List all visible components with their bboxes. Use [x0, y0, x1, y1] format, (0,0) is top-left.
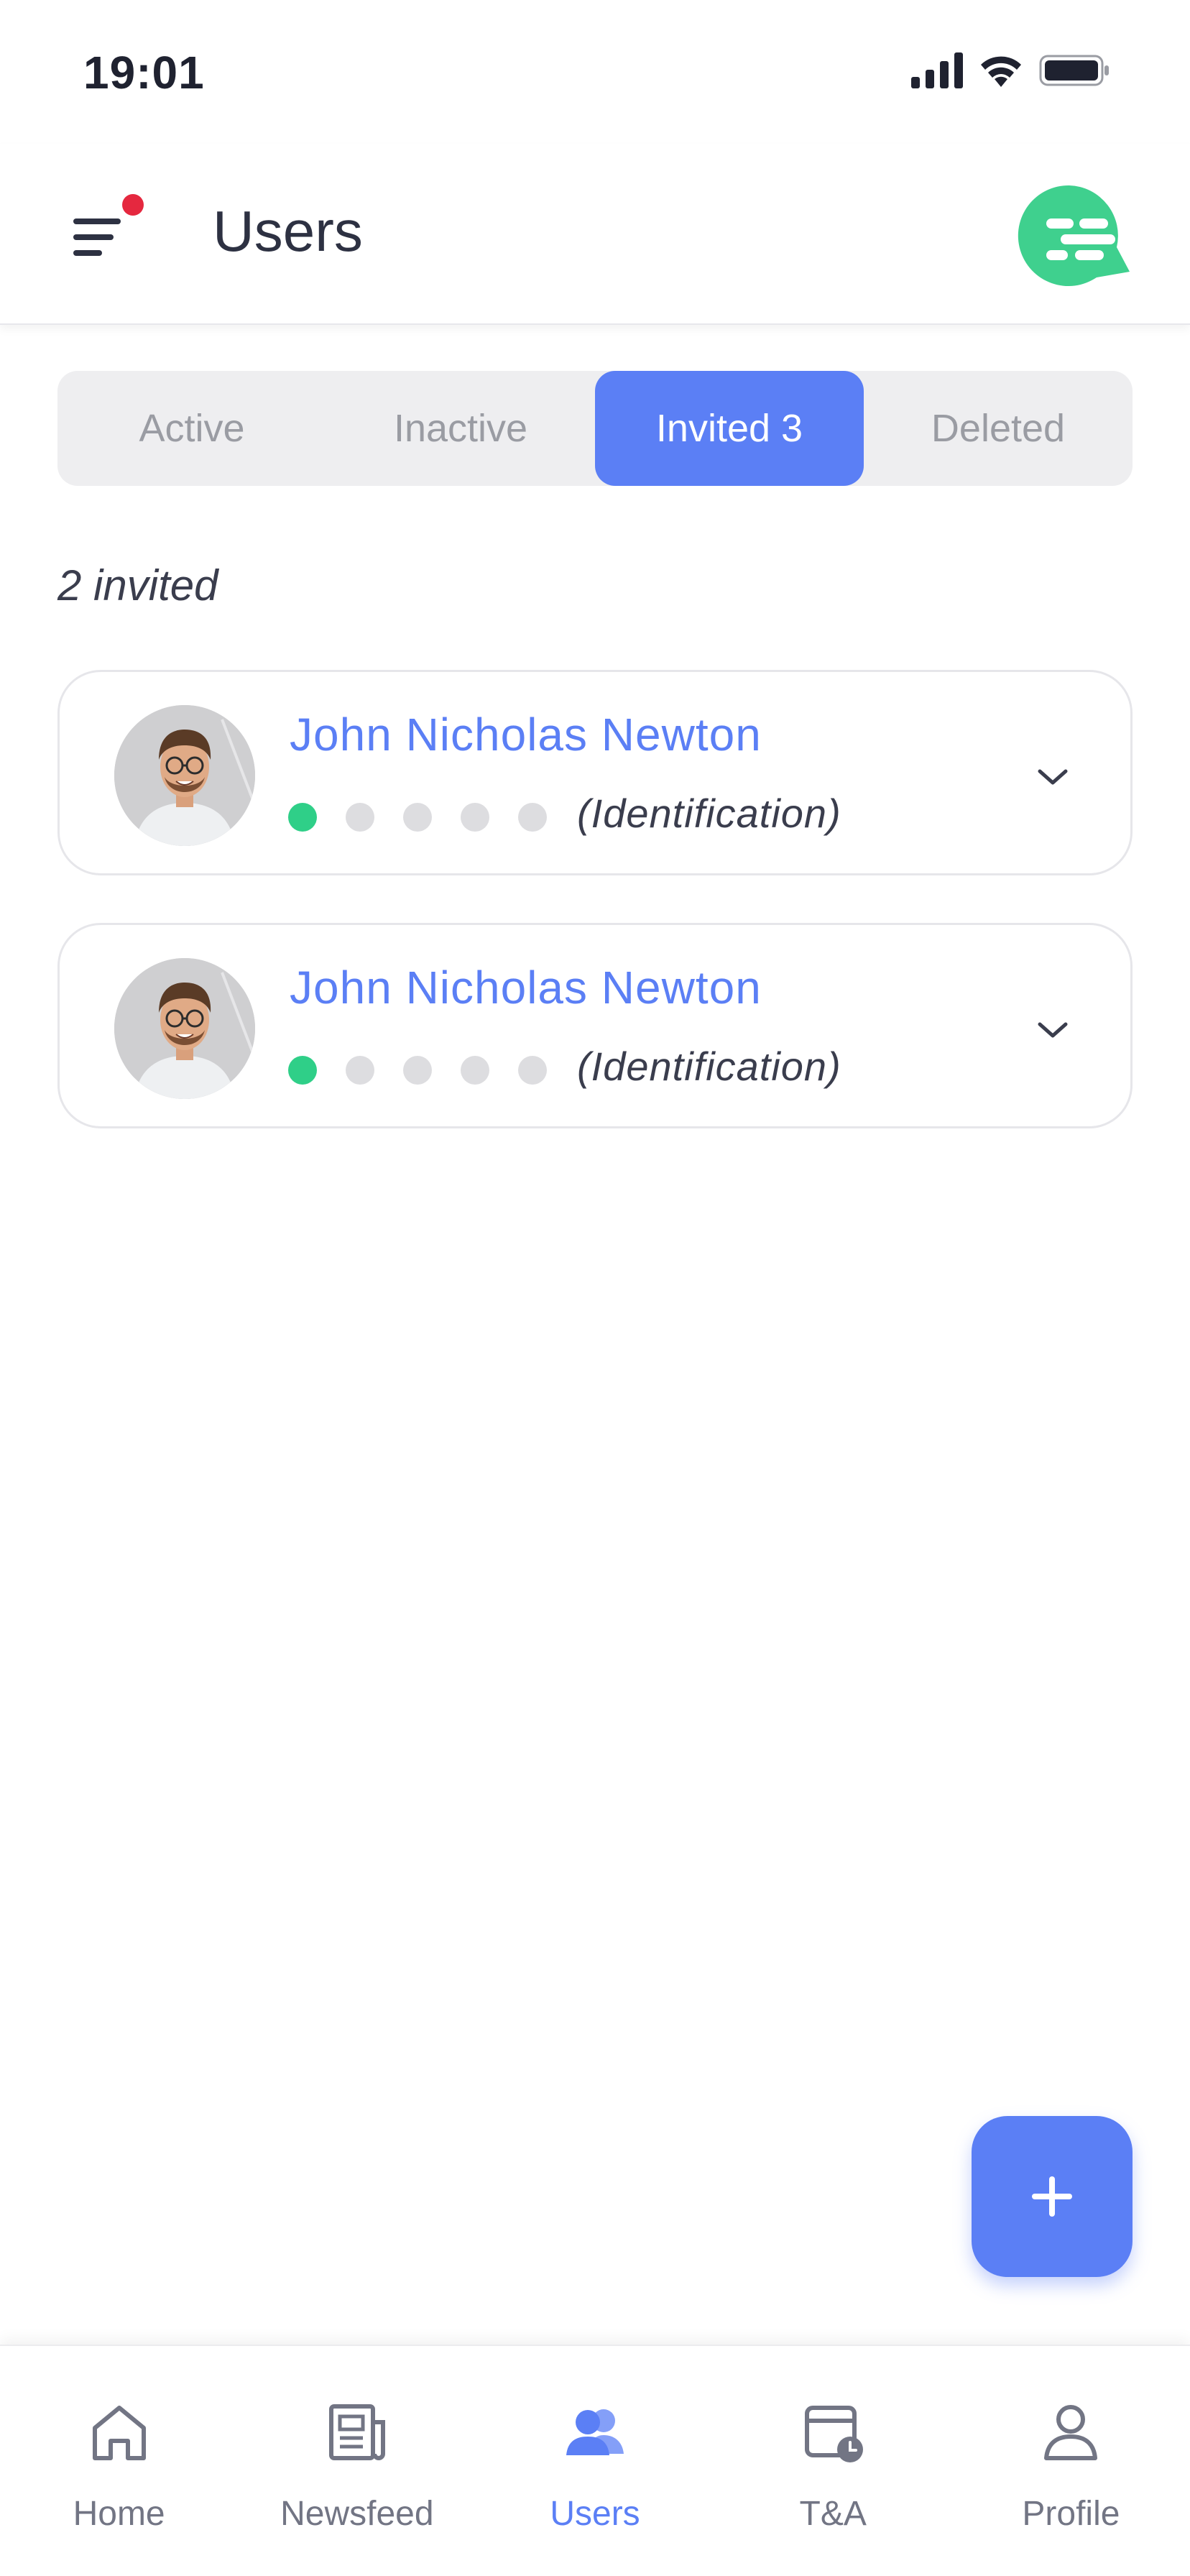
nav-item-home[interactable]: Home	[0, 2346, 238, 2576]
step-dot	[346, 1056, 374, 1085]
step-dot-complete	[288, 803, 317, 832]
add-user-button[interactable]	[972, 2116, 1133, 2277]
newspaper-icon	[328, 2404, 385, 2460]
nav-item-newsfeed[interactable]: Newsfeed	[238, 2346, 476, 2576]
status-tabs: Active Inactive Invited 3 Deleted	[57, 371, 1133, 486]
step-dot	[461, 803, 489, 832]
user-card[interactable]: John Nicholas Newton (Identification)	[57, 670, 1133, 875]
plus-icon	[1032, 2176, 1072, 2217]
menu-button[interactable]	[69, 190, 155, 276]
chevron-down-icon[interactable]	[1033, 1010, 1073, 1050]
battery-icon	[1039, 55, 1109, 86]
step-dot	[518, 803, 547, 832]
step-dot	[403, 803, 432, 832]
tab-deleted[interactable]: Deleted	[864, 371, 1133, 486]
avatar	[114, 705, 255, 846]
calendar-clock-icon	[805, 2406, 864, 2462]
progress-steps	[288, 803, 547, 832]
status-bar: 19:01	[0, 0, 1190, 144]
step-dot	[346, 803, 374, 832]
nav-label-newsfeed: Newsfeed	[280, 2495, 434, 2533]
avatar	[114, 958, 255, 1099]
bottom-navigation: Home Newsfeed Users T&A Profile	[0, 2345, 1190, 2576]
notification-dot	[122, 194, 144, 216]
tab-active[interactable]: Active	[57, 371, 326, 486]
step-dot	[518, 1056, 547, 1085]
app-header: Users	[0, 144, 1190, 325]
user-card[interactable]: John Nicholas Newton (Identification)	[57, 923, 1133, 1128]
chat-button[interactable]	[1018, 183, 1133, 290]
page-title: Users	[213, 199, 363, 263]
invited-count-label: 2 invited	[57, 561, 218, 610]
user-name: John Nicholas Newton	[290, 962, 762, 1013]
user-photo	[114, 958, 255, 1099]
nav-item-ta[interactable]: T&A	[714, 2346, 952, 2576]
user-name: John Nicholas Newton	[290, 709, 762, 760]
progress-steps	[288, 1056, 547, 1085]
tab-inactive[interactable]: Inactive	[326, 371, 595, 486]
signal-icon	[911, 52, 963, 88]
step-dot	[403, 1056, 432, 1085]
chat-logo-icon	[1018, 185, 1130, 286]
stage-label: (Identification)	[577, 791, 841, 836]
nav-label-profile: Profile	[1022, 2495, 1120, 2533]
nav-label-home: Home	[73, 2495, 165, 2533]
nav-label-ta: T&A	[799, 2495, 867, 2533]
chevron-down-icon[interactable]	[1033, 757, 1073, 797]
stage-label: (Identification)	[577, 1044, 841, 1089]
step-dot	[461, 1056, 489, 1085]
nav-item-users[interactable]: Users	[476, 2346, 714, 2576]
nav-label-users: Users	[550, 2495, 640, 2533]
step-dot-complete	[288, 1056, 317, 1085]
wifi-icon	[981, 56, 1021, 87]
user-photo	[114, 705, 255, 846]
profile-icon	[1044, 2405, 1098, 2460]
nav-item-profile[interactable]: Profile	[952, 2346, 1190, 2576]
home-icon	[92, 2406, 146, 2460]
status-icons	[911, 50, 1111, 91]
users-icon	[566, 2409, 624, 2455]
status-time: 19:01	[83, 47, 205, 98]
tab-invited[interactable]: Invited 3	[595, 371, 864, 486]
